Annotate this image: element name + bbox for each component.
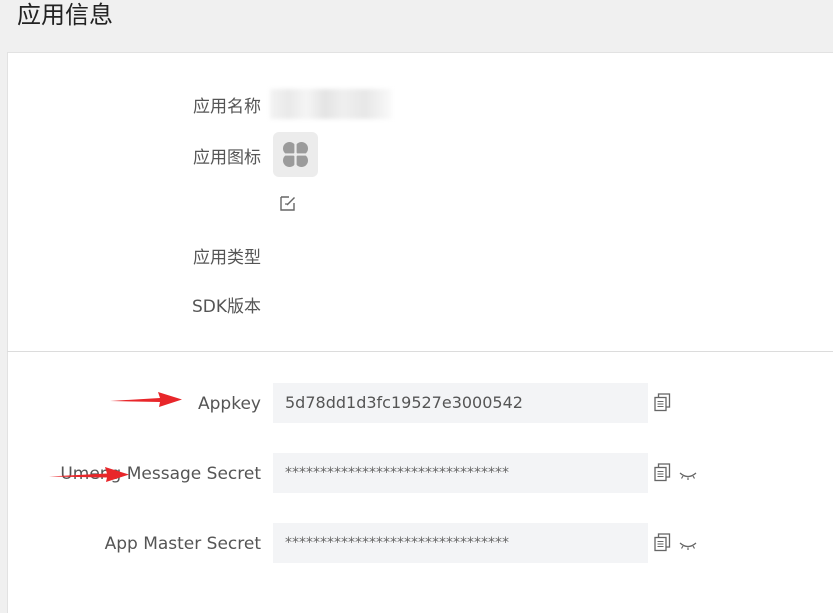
red-arrow-icon [49, 467, 129, 482]
app-master-secret-label: App Master Secret [104, 534, 261, 554]
red-arrow-icon [110, 392, 182, 407]
copy-icon [654, 393, 671, 412]
app-icon-label: 应用图标 [193, 148, 261, 168]
copy-icon [654, 463, 671, 482]
copy-app-master-secret-button[interactable] [654, 533, 671, 552]
reveal-app-master-secret-button[interactable] [679, 537, 697, 550]
app-name-label: 应用名称 [193, 97, 261, 117]
clover-icon [283, 142, 308, 167]
eye-closed-icon [679, 472, 697, 480]
edit-icon-button[interactable] [279, 194, 297, 212]
copy-umeng-message-secret-button[interactable] [654, 463, 671, 482]
page-title: 应用信息 [17, 1, 113, 29]
sdk-version-label: SDK版本 [191, 297, 261, 317]
app-name-value-redacted [270, 89, 392, 119]
page-header: 应用信息 [0, 0, 833, 50]
edit-icon [280, 196, 295, 211]
appkey-field[interactable]: 5d78dd1d3fc19527e3000542 [273, 383, 648, 423]
appkey-label: Appkey [198, 394, 261, 414]
app-master-secret-field[interactable]: ******************************** [273, 523, 648, 563]
copy-appkey-button[interactable] [654, 393, 671, 412]
app-type-label: 应用类型 [193, 248, 261, 268]
umeng-message-secret-field[interactable]: ******************************** [273, 453, 648, 493]
copy-icon [654, 533, 671, 552]
eye-closed-icon [679, 542, 697, 550]
section-divider [7, 351, 833, 352]
app-icon [273, 132, 318, 177]
reveal-umeng-message-secret-button[interactable] [679, 467, 697, 480]
